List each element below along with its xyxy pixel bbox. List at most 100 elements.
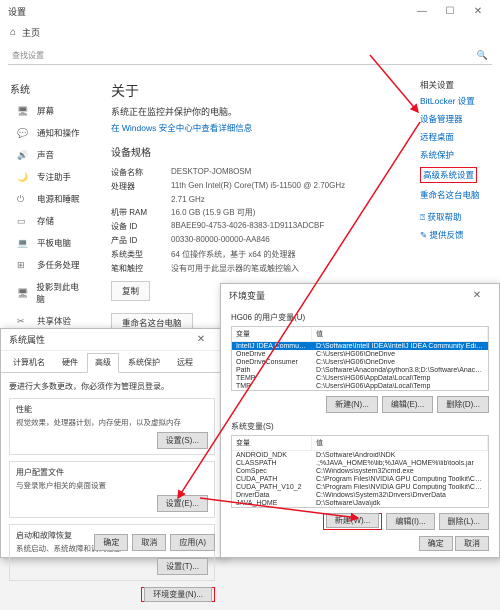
copy-button[interactable]: 复制 — [111, 281, 150, 301]
user-vars-table[interactable]: 变量值 IntelIJ IDEA Community E...D:\Softwa… — [231, 326, 489, 391]
settings-group: 用户配置文件与登录账户相关的桌面设置设置(E)... — [9, 461, 215, 518]
env-var-row[interactable]: CUDA_PATH_V10_2C:\Program Files\NVIDIA G… — [232, 483, 488, 491]
sys-new-button[interactable]: 新建(W)... — [326, 513, 380, 528]
sys-vars-table[interactable]: 变量值 ANDROID_NDKD:\Software\Android\NDKCL… — [231, 435, 489, 508]
env-var-row[interactable]: ComSpecC:\Windows\system32\cmd.exe — [232, 467, 488, 475]
sidebar-icon: 🌙 — [17, 172, 31, 183]
user-vars-label: HG06 的用户变量(U) — [231, 312, 489, 323]
window-controls: — ☐ ✕ — [408, 0, 492, 22]
home-label: 主页 — [22, 26, 40, 39]
sidebar-item[interactable]: 💻平板电脑 — [0, 232, 95, 254]
sidebar-icon: 🖥 — [17, 106, 31, 117]
home-link[interactable]: ⌂ 主页 — [0, 22, 500, 43]
sysprops-tab[interactable]: 硬件 — [54, 353, 86, 372]
env-var-row[interactable]: PathD:\Software\Anaconda\python3.8;D:\So… — [232, 366, 488, 374]
maximize-button[interactable]: ☐ — [436, 0, 464, 22]
related-link[interactable]: 系统保护 — [420, 149, 490, 161]
env-var-row[interactable]: TEMPC:\Users\HG06\AppData\Local\Temp — [232, 374, 488, 382]
window-title: 设置 — [8, 5, 26, 18]
sysprops-apply-button[interactable]: 应用(A) — [170, 534, 215, 551]
related-link[interactable]: 设备管理器 — [420, 113, 490, 125]
sysprops-titlebar: 系统属性 ✕ — [1, 329, 223, 351]
user-edit-button[interactable]: 编辑(E)... — [382, 396, 433, 413]
sidebar-label: 多任务处理 — [37, 259, 80, 271]
sysprops-footer: 确定 取消 应用(A) — [94, 534, 215, 551]
sysprops-tab[interactable]: 远程 — [169, 353, 201, 372]
search-icon: 🔍 — [477, 50, 488, 61]
sidebar-item[interactable]: ⊞ 多任务处理 — [0, 254, 95, 276]
user-new-button[interactable]: 新建(N)... — [326, 396, 378, 413]
related-settings-header: 相关设置 — [420, 79, 490, 91]
envvars-cancel-button[interactable]: 取消 — [455, 536, 489, 551]
env-var-row[interactable]: CLASSPATH.;%JAVA_HOME%\lib;%JAVA_HOME%\l… — [232, 459, 488, 467]
envvars-close-button[interactable]: ✕ — [463, 284, 491, 306]
sidebar-item[interactable]: 🖥 屏幕 — [0, 100, 95, 122]
sidebar-icon: 💻 — [17, 238, 31, 249]
env-var-row[interactable]: IntelIJ IDEA Community E...D:\Software\I… — [232, 342, 488, 350]
env-var-row[interactable]: OneDriveC:\Users\HG06\OneDrive — [232, 350, 488, 358]
sysprops-ok-button[interactable]: 确定 — [94, 534, 128, 551]
sidebar-label: 共享体验 — [37, 315, 71, 327]
sysprops-tab[interactable]: 计算机名 — [5, 353, 53, 372]
related-link[interactable]: 高级系统设置 — [420, 167, 490, 183]
sidebar-icon: 🖥 — [17, 288, 30, 299]
sidebar-label: 电源和睡眠 — [37, 193, 80, 205]
env-var-row[interactable]: JAVA_HOMED:\Software\Java\jdk — [232, 499, 488, 507]
close-button[interactable]: ✕ — [464, 0, 492, 22]
env-var-row[interactable]: ANDROID_NDKD:\Software\Android\NDK — [232, 451, 488, 459]
sysprops-tabs: 计算机名硬件高级系统保护远程 — [1, 351, 223, 373]
envvars-title: 环境变量 — [229, 289, 265, 302]
envvars-ok-button[interactable]: 确定 — [419, 536, 453, 551]
system-properties-dialog: 系统属性 ✕ 计算机名硬件高级系统保护远程 要进行大多数更改，你必须作为管理员登… — [0, 328, 224, 558]
env-var-row[interactable]: DriverDataC:\Windows\System32\Drivers\Dr… — [232, 491, 488, 499]
sysprops-title: 系统属性 — [9, 333, 45, 346]
envvars-titlebar: 环境变量 ✕ — [221, 284, 499, 306]
settings-group: 启动和故障恢复系统启动、系统故障和调试信息设置(T)... — [9, 524, 215, 581]
col-name: 变量 — [232, 327, 312, 341]
sidebar-icon: 💬 — [17, 128, 31, 139]
sidebar-item[interactable]: 🔊声音 — [0, 144, 95, 166]
settings-button[interactable]: 设置(S)... — [157, 432, 208, 449]
sidebar-item[interactable]: 🖥 投影到此电脑 — [0, 276, 95, 310]
spec-row: 笔和触控没有可用于此显示器的笔或触控输入 — [111, 261, 484, 275]
sidebar-header: 系统 — [0, 77, 95, 100]
sysprops-tab[interactable]: 高级 — [87, 353, 119, 373]
sys-delete-button[interactable]: 删除(L)... — [439, 513, 489, 530]
environment-variables-button[interactable]: 环境变量(N)... — [144, 587, 212, 602]
search-input[interactable]: 查找设置 🔍 — [8, 47, 492, 65]
spec-row: 系统类型64 位操作系统，基于 x64 的处理器 — [111, 247, 484, 261]
col-value: 值 — [312, 327, 488, 341]
related-link[interactable]: 远程桌面 — [420, 131, 490, 143]
sidebar-label: 专注助手 — [37, 171, 71, 183]
sidebar-item[interactable]: 🌙 专注助手 — [0, 166, 95, 188]
sysprops-cancel-button[interactable]: 取消 — [132, 534, 166, 551]
related-link[interactable]: BitLocker 设置 — [420, 95, 490, 107]
minimize-button[interactable]: — — [408, 0, 436, 22]
settings-group: 性能视觉效果，处理器计划，内存使用，以及虚拟内存设置(S)... — [9, 398, 215, 455]
sidebar-item[interactable]: ⏻电源和睡眠 — [0, 188, 95, 210]
related-link[interactable]: 重命名这台电脑 — [420, 189, 490, 201]
env-var-row[interactable]: OneDriveConsumerC:\Users\HG06\OneDrive — [232, 358, 488, 366]
sidebar-item[interactable]: 💬 通知和操作 — [0, 122, 95, 144]
sysprops-tab[interactable]: 系统保护 — [120, 353, 168, 372]
sidebar-icon: 🔊 — [17, 150, 31, 161]
sysprops-intro: 要进行大多数更改，你必须作为管理员登录。 — [9, 381, 215, 392]
settings-button[interactable]: 设置(T)... — [157, 558, 208, 575]
sidebar-item[interactable]: ▭存储 — [0, 210, 95, 232]
sidebar-label: 存储 — [37, 215, 54, 227]
feedback-link[interactable]: ✎ 提供反馈 — [420, 229, 490, 241]
search-placeholder: 查找设置 — [12, 50, 44, 61]
get-help-link[interactable]: ⍰ 获取帮助 — [420, 211, 490, 223]
titlebar: 设置 — ☐ ✕ — [0, 0, 500, 22]
sidebar-label: 通知和操作 — [37, 127, 80, 139]
sidebar-label: 屏幕 — [37, 105, 54, 117]
settings-button[interactable]: 设置(E)... — [157, 495, 208, 512]
sysprops-close-button[interactable]: ✕ — [187, 329, 215, 351]
env-var-row[interactable]: TMPC:\Users\HG06\AppData\Local\Temp — [232, 382, 488, 390]
sidebar-icon: ⊞ — [17, 260, 31, 271]
sys-edit-button[interactable]: 编辑(I)... — [386, 513, 434, 530]
sidebar-icon: ✂ — [17, 316, 31, 327]
env-var-row[interactable]: CUDA_PATHC:\Program Files\NVIDIA GPU Com… — [232, 475, 488, 483]
user-delete-button[interactable]: 删除(D)... — [437, 396, 489, 413]
sidebar-label: 投影到此电脑 — [36, 281, 85, 305]
